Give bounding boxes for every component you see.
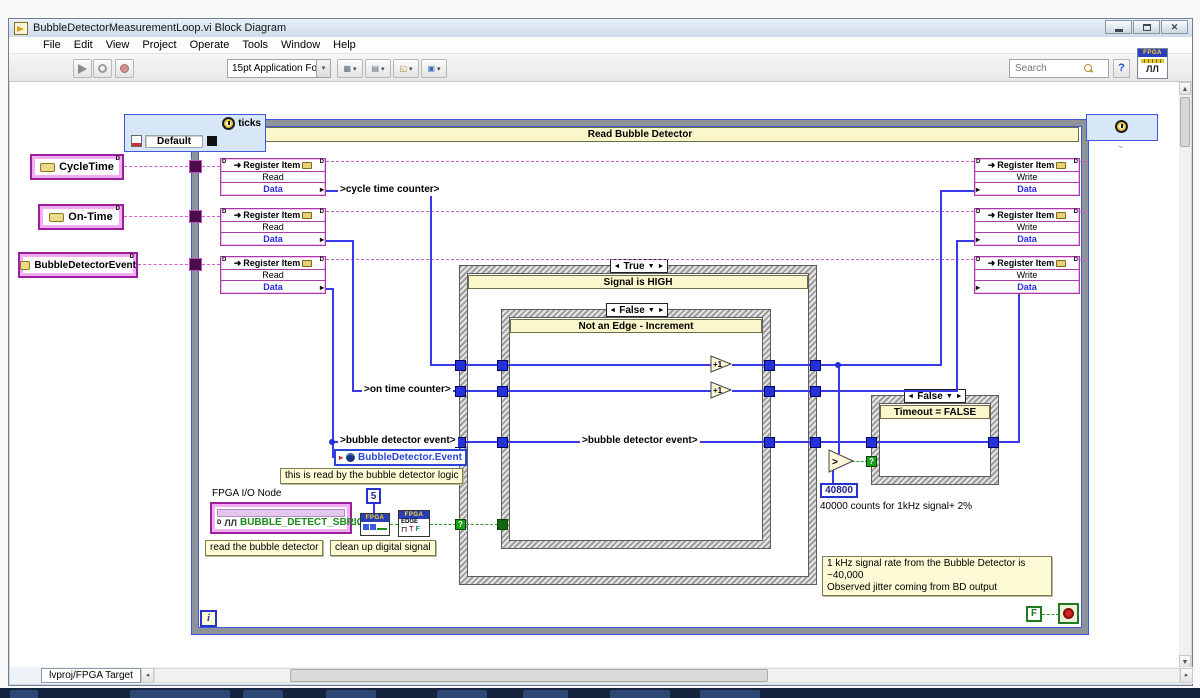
abort-button[interactable] <box>115 59 134 78</box>
menu-tools[interactable]: Tools <box>242 39 268 51</box>
horizontal-scrollbar[interactable] <box>154 668 1180 683</box>
minimize-icon <box>1115 29 1123 32</box>
taskbar-item[interactable] <box>243 690 283 698</box>
vertical-scroll-thumb[interactable] <box>1180 97 1190 147</box>
target-indicator[interactable]: lvproj/FPGA Target <box>41 668 141 683</box>
drop-arrow-icon: ▾ <box>353 65 357 73</box>
labview-window: BubbleDetectorMeasurementLoop.vi Block D… <box>8 18 1193 686</box>
menu-edit[interactable]: Edit <box>74 39 93 51</box>
horizontal-scroll-thumb[interactable] <box>290 669 768 682</box>
reorder-button[interactable]: ▣▾ <box>421 59 447 78</box>
taskbar-item[interactable] <box>130 690 230 698</box>
scroll-left-arrow[interactable]: ◂ <box>141 668 154 683</box>
font-selector-value: 15pt Application Font <box>228 63 316 74</box>
fpga-caption: FPGA <box>1138 49 1167 57</box>
menu-project[interactable]: Project <box>142 39 176 51</box>
maximize-icon <box>1143 24 1151 31</box>
taskbar-item[interactable] <box>523 690 568 698</box>
menu-help[interactable]: Help <box>333 39 356 51</box>
drop-arrow-icon: ▾ <box>409 65 413 73</box>
resize-icon: ◱ <box>399 64 407 73</box>
taskbar-item[interactable] <box>326 690 376 698</box>
align-objects-button[interactable]: ▦▾ <box>337 59 363 78</box>
close-icon: ✕ <box>1171 23 1179 32</box>
search-box[interactable] <box>1009 59 1109 78</box>
distribute-icon: ▤ <box>371 64 379 73</box>
drop-arrow-icon: ▾ <box>381 65 385 73</box>
start-button[interactable] <box>10 690 38 698</box>
menu-bar: File Edit View Project Operate Tools Win… <box>9 37 1192 54</box>
resize-objects-button[interactable]: ◱▾ <box>393 59 419 78</box>
toolbar: 15pt Application Font ▾ ▦▾ ▤▾ ◱▾ ▣▾ ? FP… <box>9 54 1192 82</box>
run-button[interactable] <box>73 59 92 78</box>
menu-file[interactable]: File <box>43 39 61 51</box>
fpga-bar-icon <box>1141 59 1164 63</box>
menu-window[interactable]: Window <box>281 39 320 51</box>
taskbar-item[interactable] <box>610 690 670 698</box>
run-continuous-button[interactable] <box>93 59 112 78</box>
font-selector[interactable]: 15pt Application Font ▾ <box>227 59 331 78</box>
taskbar-item[interactable] <box>437 690 487 698</box>
drop-arrow-icon: ▾ <box>437 65 441 73</box>
title-bar[interactable]: BubbleDetectorMeasurementLoop.vi Block D… <box>9 19 1192 37</box>
distribute-objects-button[interactable]: ▤▾ <box>365 59 391 78</box>
run-continuous-icon <box>98 64 107 73</box>
status-bar: lvproj/FPGA Target ◂ ▸ <box>10 667 1193 684</box>
menu-view[interactable]: View <box>106 39 130 51</box>
font-dropdown-arrow[interactable]: ▾ <box>316 60 330 77</box>
reorder-icon: ▣ <box>427 64 435 73</box>
run-icon <box>78 64 87 74</box>
menu-operate[interactable]: Operate <box>190 39 230 51</box>
vertical-scrollbar[interactable]: ▲ ▼ <box>1179 82 1191 668</box>
search-input[interactable] <box>1010 63 1084 74</box>
close-button[interactable]: ✕ <box>1161 20 1188 34</box>
square-wave-icon: ЛЛ <box>1138 64 1167 74</box>
scroll-right-arrow[interactable]: ▸ <box>1180 668 1193 683</box>
context-help-button[interactable]: ? <box>1113 59 1130 78</box>
search-icon[interactable] <box>1084 64 1093 73</box>
scroll-up-arrow[interactable]: ▲ <box>1179 82 1191 95</box>
block-diagram-canvas[interactable] <box>10 82 1181 668</box>
minimize-button[interactable] <box>1105 20 1132 34</box>
window-title: BubbleDetectorMeasurementLoop.vi Block D… <box>33 22 286 34</box>
labview-app-icon <box>14 22 28 35</box>
taskbar-item[interactable] <box>700 690 760 698</box>
abort-icon <box>120 64 129 73</box>
fpga-target-icon: FPGA ЛЛ <box>1137 48 1168 79</box>
windows-taskbar[interactable] <box>0 688 1200 698</box>
maximize-button[interactable] <box>1133 20 1160 34</box>
align-icon: ▦ <box>343 64 351 73</box>
